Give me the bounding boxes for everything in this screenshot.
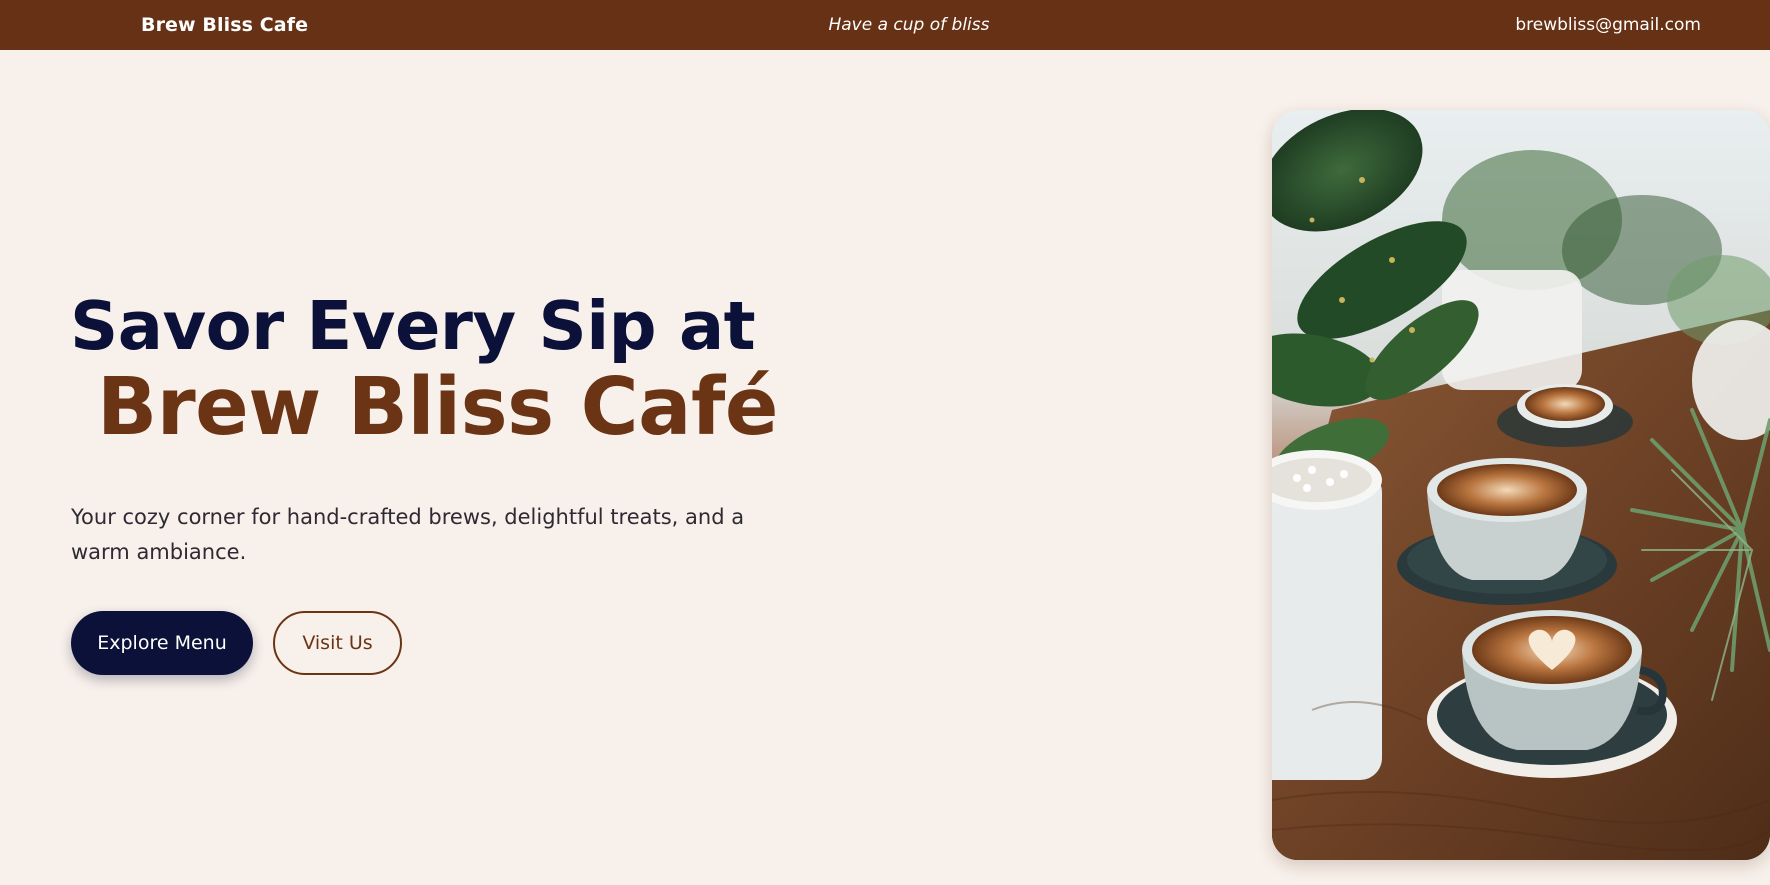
tagline: Have a cup of bliss — [828, 15, 990, 35]
top-bar: Brew Bliss Cafe Have a cup of bliss brew… — [0, 0, 1770, 50]
hero-description: Your cozy corner for hand-crafted brews,… — [71, 505, 745, 564]
hero-title-line-1: Savor Every Sip at — [70, 287, 756, 365]
hero-title-line-2: Brew Bliss Café — [97, 361, 778, 453]
contact-email[interactable]: brewbliss@gmail.com — [1515, 15, 1701, 35]
hero-title: Savor Every Sip at Brew Bliss Café — [70, 293, 778, 447]
visit-us-button[interactable]: Visit Us — [273, 611, 402, 675]
explore-menu-button[interactable]: Explore Menu — [71, 611, 253, 675]
hero-image-coffee — [1272, 110, 1770, 860]
coffee-photo-illustration — [1272, 110, 1770, 860]
